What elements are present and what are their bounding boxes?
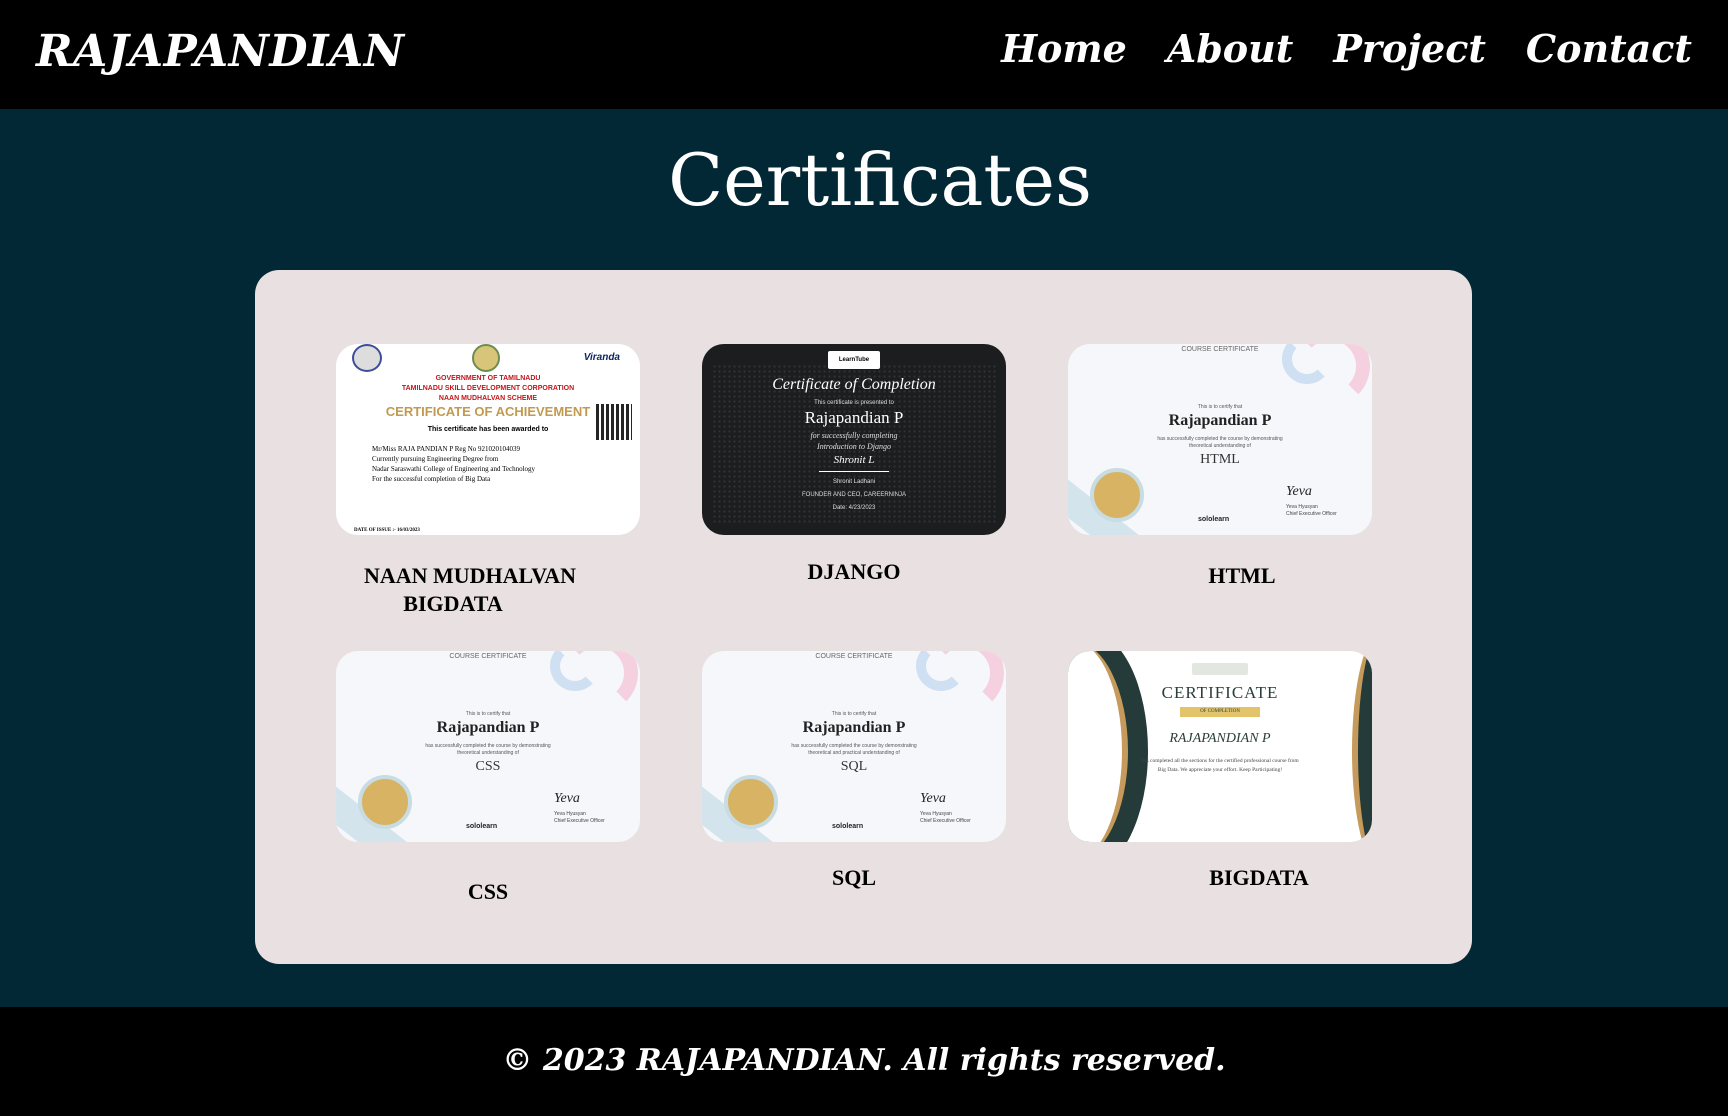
site-header: RAJAPANDIAN Home About Project Contact — [0, 0, 1728, 109]
brand-logo[interactable]: RAJAPANDIAN — [36, 26, 405, 77]
cert-body: Mr/Miss RAJA PANDIAN P Reg No 9210201040… — [372, 445, 536, 483]
cert-title: CERTIFICATE OF ACHIEVEMENT — [385, 404, 591, 419]
cert-signature: Shronit L — [833, 454, 875, 466]
cert-intro: This is to certify that — [831, 711, 877, 717]
issuer-logo-icon — [1192, 663, 1248, 675]
gold-seal-icon — [724, 775, 778, 829]
nav-contact[interactable]: Contact — [1526, 26, 1692, 71]
certificate-label-css: CSS — [467, 879, 509, 904]
certificate-label-sql: SQL — [831, 865, 877, 890]
cert-top: COURSE CERTIFICATE — [815, 653, 893, 660]
cert-name: RAJAPANDIAN P — [1169, 731, 1271, 746]
site-footer: © 2023 RAJAPANDIAN. All rights reserved. — [0, 1007, 1728, 1116]
certificate-image-css[interactable]: COURSE CERTIFICATE This is to certify th… — [336, 651, 640, 842]
certificate-image-naan-mudhalvan[interactable]: Viranda GOVERNMENT OF TAMILNADU TAMILNAD… — [336, 344, 640, 535]
cert-name: Rajapandian P — [802, 719, 906, 736]
cert-date: DATE OF ISSUE :- 16/03/2023 — [354, 528, 420, 533]
sololearn-logo: sololearn — [466, 823, 498, 830]
cert-intro: This is to certify that — [465, 711, 511, 717]
cert-desc: has successfully completed the course by… — [1157, 436, 1283, 449]
cert-presented: This certificate is presented to — [814, 400, 894, 406]
cert-ceo: Yeva Hyusyan Chief Executive Officer — [1286, 504, 1337, 517]
tamilnadu-emblem-icon — [472, 344, 500, 372]
signature-line — [819, 471, 889, 472]
cert-ribbon: OF COMPLETION — [1180, 707, 1260, 717]
copyright-text: © 2023 RAJAPANDIAN. All rights reserved. — [502, 1043, 1226, 1078]
gold-seal-icon — [1090, 468, 1144, 522]
sololearn-logo: sololearn — [1198, 516, 1230, 523]
cert-heading: CERTIFICATE — [1161, 683, 1279, 702]
certificate-label-naan-mudhalvan: NAAN MUDHALVAN BIGDATA — [363, 563, 577, 616]
main-nav: Home About Project Contact — [1001, 26, 1692, 71]
cert-ceo: Yeva Hyusyan Chief Executive Officer — [920, 811, 971, 824]
certificate-label-bigdata: BIGDATA — [1209, 865, 1309, 890]
certificate-label-html: HTML — [1208, 563, 1276, 588]
learntube-logo: LearnTube — [828, 351, 880, 369]
partner-logo: Viranda — [583, 352, 620, 363]
cert-course: HTML — [1200, 452, 1240, 467]
cert-name: Rajapandian P — [804, 408, 904, 427]
certificate-image-django[interactable]: LearnTube Certificate of Completion This… — [702, 344, 1006, 535]
cert-desc: has successfully completed the course by… — [791, 743, 917, 756]
nav-about[interactable]: About — [1167, 26, 1294, 71]
cert-signature: Yeva — [1286, 484, 1312, 499]
cert-course: SQL — [840, 759, 868, 774]
certificate-image-html[interactable]: COURSE CERTIFICATE This is to certify th… — [1068, 344, 1372, 535]
certificate-image-bigdata[interactable]: CERTIFICATE OF COMPLETION RAJAPANDIAN P … — [1068, 651, 1372, 842]
cert-top: COURSE CERTIFICATE — [449, 653, 527, 660]
gold-seal-icon — [358, 775, 412, 829]
page-title: Certificates — [668, 138, 1092, 222]
college-logo-icon — [352, 344, 382, 372]
cert-header: GOVERNMENT OF TAMILNADU TAMILNADU SKILL … — [401, 375, 575, 402]
qr-code-icon — [596, 404, 632, 440]
certificate-image-sql[interactable]: COURSE CERTIFICATE This is to certify th… — [702, 651, 1006, 842]
cert-course: for successfully completing Introduction… — [810, 431, 898, 451]
cert-heading: Certificate of Completion — [772, 376, 936, 393]
cert-footer: Shronit Ladhani FOUNDER AND CEO, CAREERN… — [801, 479, 906, 511]
sololearn-logo: sololearn — [832, 823, 864, 830]
cert-name: Rajapandian P — [436, 719, 540, 736]
cert-top: COURSE CERTIFICATE — [1181, 346, 1259, 353]
nav-home[interactable]: Home — [1001, 26, 1127, 71]
cert-ceo: Yeva Hyusyan Chief Executive Officer — [554, 811, 605, 824]
cert-intro: This is to certify that — [1197, 404, 1243, 410]
certificates-panel: Viranda GOVERNMENT OF TAMILNADU TAMILNAD… — [255, 270, 1472, 964]
cert-name: Rajapandian P — [1168, 412, 1272, 429]
cert-signature: Yeva — [554, 791, 580, 806]
cert-signature: Yeva — [920, 791, 946, 806]
cert-subtitle: This certificate has been awarded to — [427, 426, 549, 433]
nav-project[interactable]: Project — [1333, 26, 1486, 71]
cert-course: CSS — [475, 759, 501, 774]
cert-desc: has completed all the sections for the c… — [1141, 758, 1299, 773]
certificate-label-django: DJANGO — [807, 559, 901, 584]
cert-desc: has successfully completed the course by… — [425, 743, 551, 756]
